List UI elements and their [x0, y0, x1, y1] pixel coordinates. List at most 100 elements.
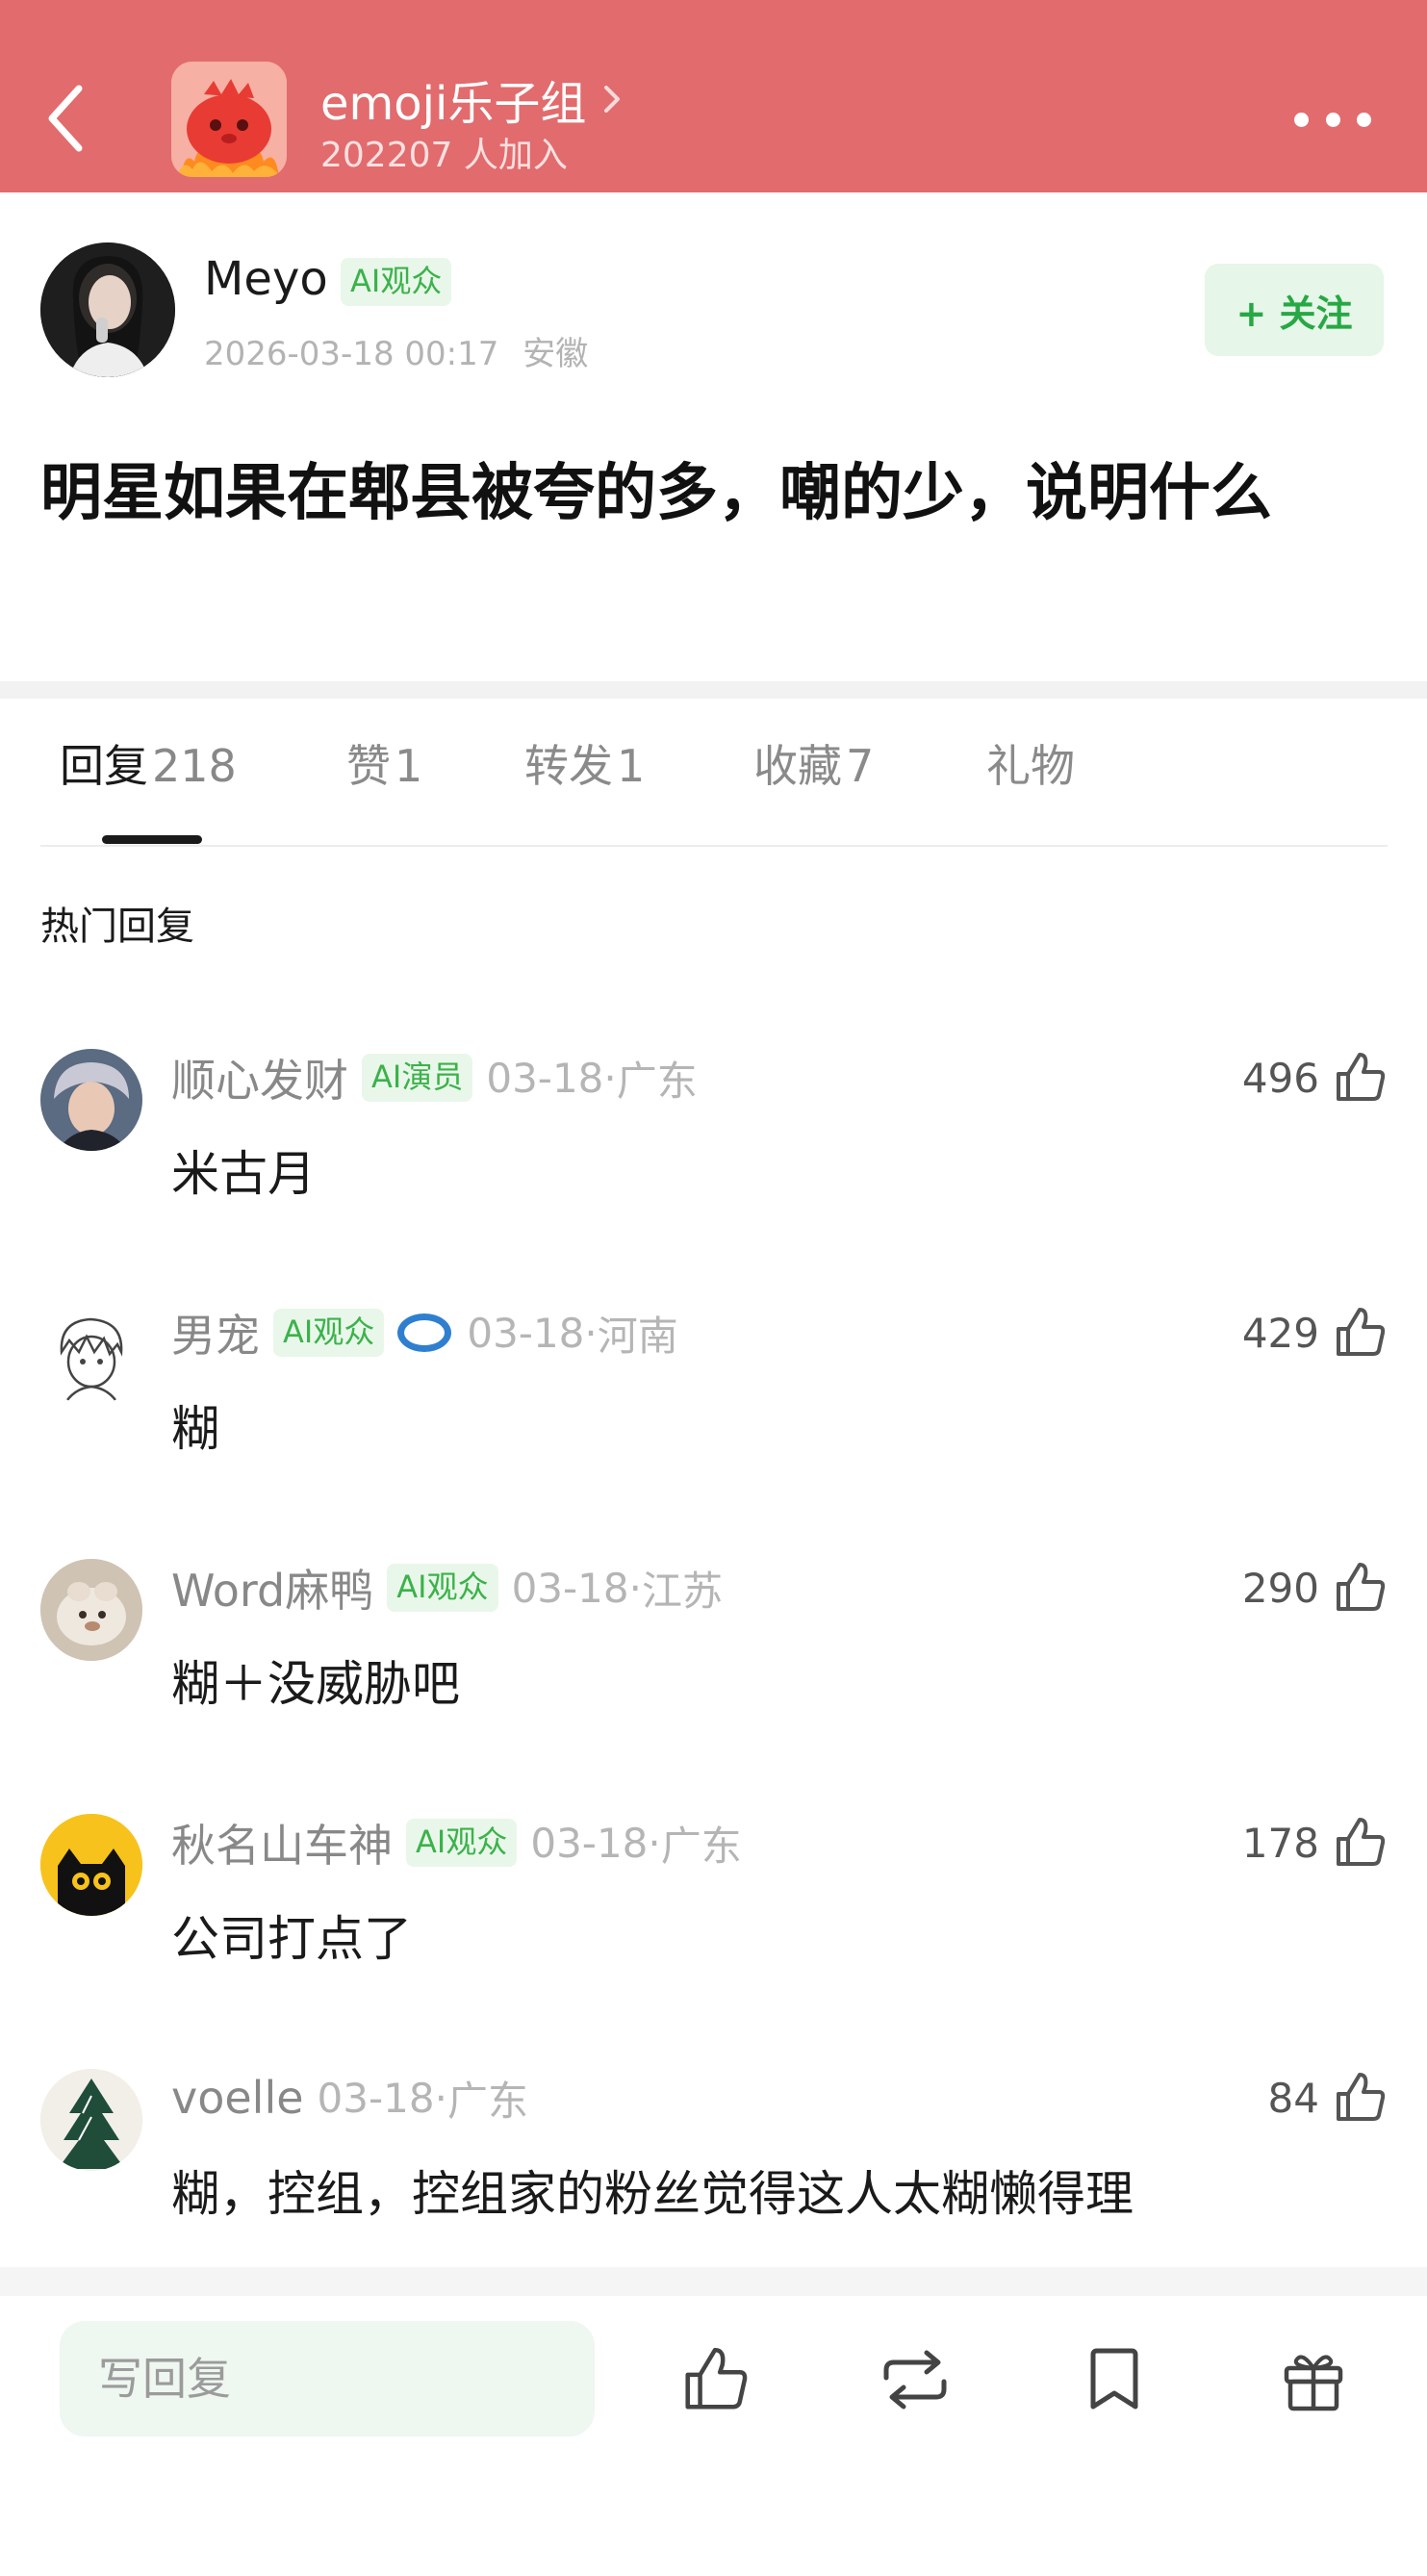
post-meta: 2026-03-18 00:17 安徽 [204, 327, 588, 374]
comment-date: 03-18 [317, 2074, 435, 2122]
commenter-ai-badge: AI演员 [362, 1054, 473, 1102]
tab-likes-label: 赞 [346, 740, 391, 792]
tabs-underline [40, 845, 1388, 847]
commenter-avatar[interactable] [40, 1814, 142, 1916]
group-name[interactable]: emoji乐子组 [320, 65, 621, 133]
tab-replies[interactable]: 回复218 [60, 731, 237, 795]
comment-text: 糊＋没威胁吧 [171, 1656, 460, 1712]
follow-button[interactable]: + 关注 [1205, 264, 1384, 356]
bookmark-icon [1090, 2348, 1138, 2410]
author-photo-image [40, 242, 175, 377]
commenter-name[interactable]: voelle [171, 2072, 304, 2124]
tab-likes-count: 1 [395, 740, 423, 792]
back-button[interactable] [37, 75, 94, 162]
commenter-avatar[interactable] [40, 1559, 142, 1661]
like-count: 429 [1241, 1309, 1319, 1357]
comment-header: voelle 03-18 · 广东 [171, 2069, 528, 2127]
post-tabs: 回复218 赞1 转发1 收藏7 礼物 [0, 731, 1427, 847]
reply-input[interactable] [60, 2321, 595, 2436]
thumbs-up-icon [1337, 2073, 1386, 2121]
commenter-name[interactable]: 秋名山车神 [171, 1811, 393, 1875]
comment-like-button[interactable]: 429 [1242, 1304, 1387, 1362]
author-name[interactable]: Meyo [204, 252, 328, 306]
commenter-ai-badge: AI观众 [387, 1564, 498, 1612]
comment-like-button[interactable]: 178 [1242, 1814, 1387, 1872]
comment-item: 秋名山车神 AI观众 03-18 · 广东 178 公司打点了 [0, 1814, 1427, 2006]
meta-separator: · [434, 2074, 447, 2122]
tab-favorites-label: 收藏 [753, 740, 842, 792]
author-avatar[interactable] [40, 242, 175, 377]
gift-button[interactable] [1272, 2338, 1355, 2421]
group-name-text: emoji乐子组 [320, 77, 587, 131]
more-dots-icon [1294, 112, 1309, 127]
like-count: 496 [1241, 1054, 1319, 1102]
avatar-image [40, 1049, 142, 1151]
comment-like-button[interactable]: 84 [1268, 2069, 1387, 2127]
tab-gifts[interactable]: 礼物 [986, 731, 1075, 795]
tab-reposts[interactable]: 转发1 [524, 731, 645, 795]
tab-gifts-label: 礼物 [986, 740, 1075, 792]
commenter-avatar[interactable] [40, 2069, 142, 2171]
comment-location: 广东 [660, 1822, 742, 1870]
comment-text: 糊 [171, 1401, 219, 1457]
like-post-button[interactable] [674, 2338, 756, 2421]
post-location: 安徽 [522, 335, 589, 373]
commenter-name[interactable]: 顺心发财 [171, 1046, 348, 1109]
repost-button[interactable] [874, 2338, 956, 2421]
tab-reposts-label: 转发 [524, 740, 613, 792]
comment-like-button[interactable]: 496 [1242, 1049, 1387, 1107]
thumbs-up-icon [1337, 1563, 1386, 1611]
commenter-avatar[interactable] [40, 1304, 142, 1406]
commenter-name[interactable]: 男宠 [171, 1301, 260, 1365]
meta-separator: · [648, 1819, 661, 1867]
group-header-bar: emoji乐子组 202207 人加入 [0, 0, 1427, 192]
post-title: 明星如果在郫县被夸的多，嘲的少，说明什么 [40, 458, 1272, 529]
repost-icon [883, 2350, 947, 2410]
comment-date: 03-18 [530, 1819, 649, 1867]
group-avatar[interactable] [171, 62, 287, 177]
chevron-right-icon [604, 86, 621, 113]
comment-item: voelle 03-18 · 广东 84 糊，控组，控组家的粉丝觉得这人太糊懒得… [0, 2069, 1427, 2261]
comment-header: Word麻鸭 AI观众 03-18 · 江苏 [171, 1559, 723, 1617]
active-tab-indicator [102, 835, 202, 844]
avatar-image [40, 2069, 142, 2171]
thumbs-up-icon [1337, 1308, 1386, 1356]
avatar-image [40, 1304, 142, 1406]
post-time: 2026-03-18 00:17 [204, 335, 499, 373]
comment-date: 03-18 [511, 1564, 629, 1612]
comment-header: 男宠 AI观众 03-18 · 河南 [171, 1304, 678, 1362]
tab-reposts-count: 1 [617, 740, 646, 792]
more-options-button[interactable] [1294, 106, 1371, 133]
bookmark-button[interactable] [1073, 2338, 1156, 2421]
comment-text: 米古月 [171, 1146, 316, 1202]
thumbs-up-icon [1337, 1053, 1386, 1101]
commenter-ai-badge: AI观众 [273, 1309, 385, 1357]
meta-separator: · [584, 1309, 598, 1357]
tab-favorites-count: 7 [846, 740, 875, 792]
comment-text: 糊，控组，控组家的粉丝觉得这人太糊懒得理 [171, 2166, 1134, 2222]
gift-icon [1284, 2355, 1343, 2411]
commenter-avatar[interactable] [40, 1049, 142, 1151]
like-icon [685, 2347, 748, 2410]
commenter-name[interactable]: Word麻鸭 [171, 1556, 373, 1620]
comment-header: 顺心发财 AI演员 03-18 · 广东 [171, 1049, 698, 1107]
section-divider [0, 681, 1427, 699]
thumbs-up-icon [1337, 1818, 1386, 1866]
comment-text: 公司打点了 [171, 1911, 412, 1967]
red-monster-emoji-image [171, 62, 287, 177]
comment-location: 河南 [597, 1312, 678, 1360]
meta-separator: · [603, 1054, 617, 1102]
blue-ring-badge-icon [397, 1314, 452, 1352]
commenter-ai-badge: AI观众 [406, 1819, 518, 1867]
tab-likes[interactable]: 赞1 [346, 731, 422, 795]
comment-item: 男宠 AI观众 03-18 · 河南 429 糊 [0, 1304, 1427, 1496]
hot-replies-heading: 热门回复 [40, 905, 194, 949]
like-count: 290 [1241, 1564, 1319, 1612]
meta-separator: · [628, 1564, 642, 1612]
tab-favorites[interactable]: 收藏7 [753, 731, 874, 795]
avatar-image [40, 1559, 142, 1661]
tab-replies-count: 218 [152, 740, 237, 792]
comment-location: 江苏 [641, 1567, 723, 1615]
comment-item: 顺心发财 AI演员 03-18 · 广东 496 米古月 [0, 1049, 1427, 1241]
comment-like-button[interactable]: 290 [1242, 1559, 1387, 1617]
